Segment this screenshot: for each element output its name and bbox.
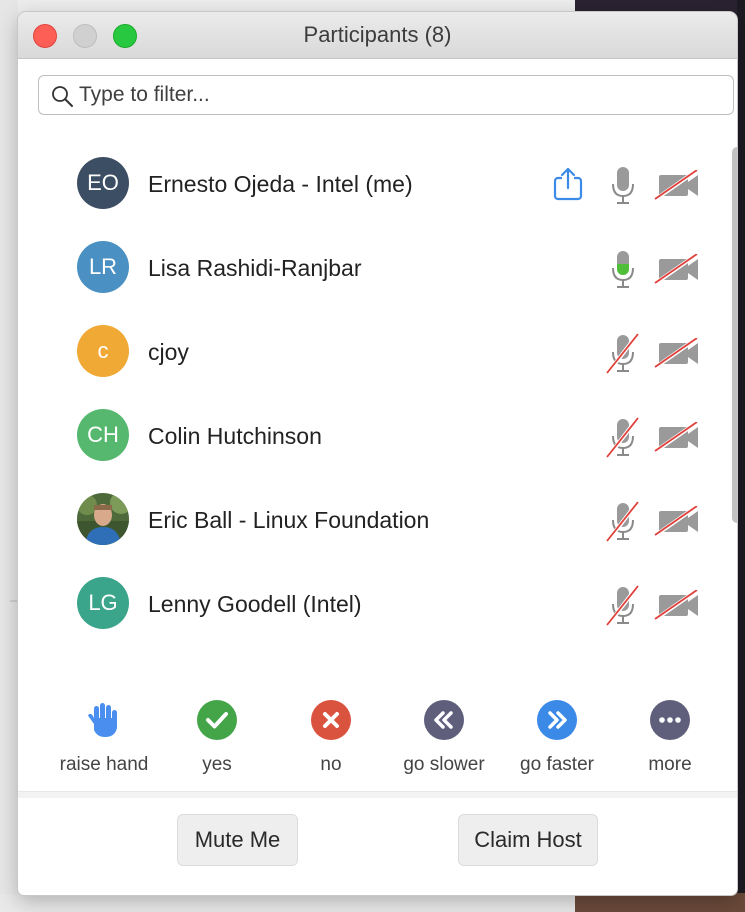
participant-row[interactable]: EO Ernesto Ojeda - Intel (me): [18, 142, 718, 226]
participant-name: Lisa Rashidi-Ranjbar: [148, 255, 362, 281]
microphone-speaking-icon[interactable]: [606, 248, 640, 290]
title-bar[interactable]: Participants (8): [18, 12, 737, 59]
avatar: LR: [77, 241, 129, 293]
background-video-bottom: [575, 893, 745, 912]
footer-divider: [18, 791, 737, 798]
microphone-muted-icon[interactable]: [606, 416, 640, 458]
avatar: CH: [77, 409, 129, 461]
avatar: c: [77, 325, 129, 377]
video-off-icon[interactable]: [654, 422, 702, 452]
checkmark-icon: [197, 700, 237, 740]
participant-list: EO Ernesto Ojeda - Intel (me) LR Lisa Ra…: [18, 142, 718, 652]
participant-name: cjoy: [148, 339, 189, 365]
raise-hand-button[interactable]: raise hand: [49, 692, 159, 782]
no-label: no: [320, 754, 342, 775]
claim-host-button[interactable]: Claim Host: [458, 814, 598, 866]
search-field[interactable]: [38, 75, 734, 115]
search-icon: [52, 86, 73, 107]
participant-row[interactable]: Eric Ball - Linux Foundation: [18, 478, 718, 562]
avatar: EO: [77, 157, 129, 209]
participant-name: Eric Ball - Linux Foundation: [148, 507, 430, 533]
go-faster-button[interactable]: go faster: [502, 692, 612, 782]
avatar-photo: [77, 493, 129, 545]
more-button[interactable]: more: [615, 692, 725, 782]
raise-hand-label: raise hand: [59, 754, 149, 775]
participant-name: Lenny Goodell (Intel): [148, 591, 362, 617]
video-off-icon[interactable]: [654, 338, 702, 368]
go-slower-label: go slower: [403, 754, 485, 775]
participant-list-scrollbar[interactable]: [732, 147, 737, 652]
window-title: Participants (8): [303, 22, 452, 47]
background-divider: [10, 600, 18, 602]
scrollbar-thumb[interactable]: [732, 147, 737, 523]
background-bottom: [0, 895, 575, 912]
background-left-window: [0, 0, 18, 912]
video-off-icon[interactable]: [654, 590, 702, 620]
yes-label: yes: [202, 754, 232, 775]
video-off-icon[interactable]: [654, 254, 702, 284]
double-chevron-right-icon: [537, 700, 577, 740]
search-input[interactable]: [79, 76, 719, 114]
participants-window: Participants (8) EO Ernesto Ojeda - Inte…: [18, 12, 737, 895]
video-off-icon[interactable]: [654, 170, 702, 200]
mute-me-button[interactable]: Mute Me: [177, 814, 298, 866]
more-label: more: [648, 754, 692, 775]
microphone-muted-icon[interactable]: [606, 584, 640, 626]
participant-name: Colin Hutchinson: [148, 423, 322, 449]
avatar: LG: [77, 577, 129, 629]
participant-row[interactable]: LG Lenny Goodell (Intel): [18, 562, 718, 646]
no-button[interactable]: no: [276, 692, 386, 782]
video-off-icon[interactable]: [654, 506, 702, 536]
participant-row[interactable]: CH Colin Hutchinson: [18, 394, 718, 478]
nonverbal-feedback-bar: raise hand yes no go slower go faster mo…: [18, 692, 737, 792]
double-chevron-left-icon: [424, 700, 464, 740]
ellipsis-icon: [650, 700, 690, 740]
participant-row[interactable]: LR Lisa Rashidi-Ranjbar: [18, 226, 718, 310]
microphone-muted-icon[interactable]: [606, 332, 640, 374]
microphone-icon[interactable]: [606, 164, 640, 206]
background-video-right: [737, 0, 745, 912]
screen-share-icon[interactable]: [552, 166, 584, 202]
participant-name: Ernesto Ojeda - Intel (me): [148, 171, 413, 197]
x-icon: [311, 700, 351, 740]
yes-button[interactable]: yes: [162, 692, 272, 782]
raised-hand-icon: [88, 703, 117, 737]
go-slower-button[interactable]: go slower: [389, 692, 499, 782]
go-faster-label: go faster: [520, 754, 594, 775]
participant-row[interactable]: c cjoy: [18, 310, 718, 394]
microphone-muted-icon[interactable]: [606, 500, 640, 542]
